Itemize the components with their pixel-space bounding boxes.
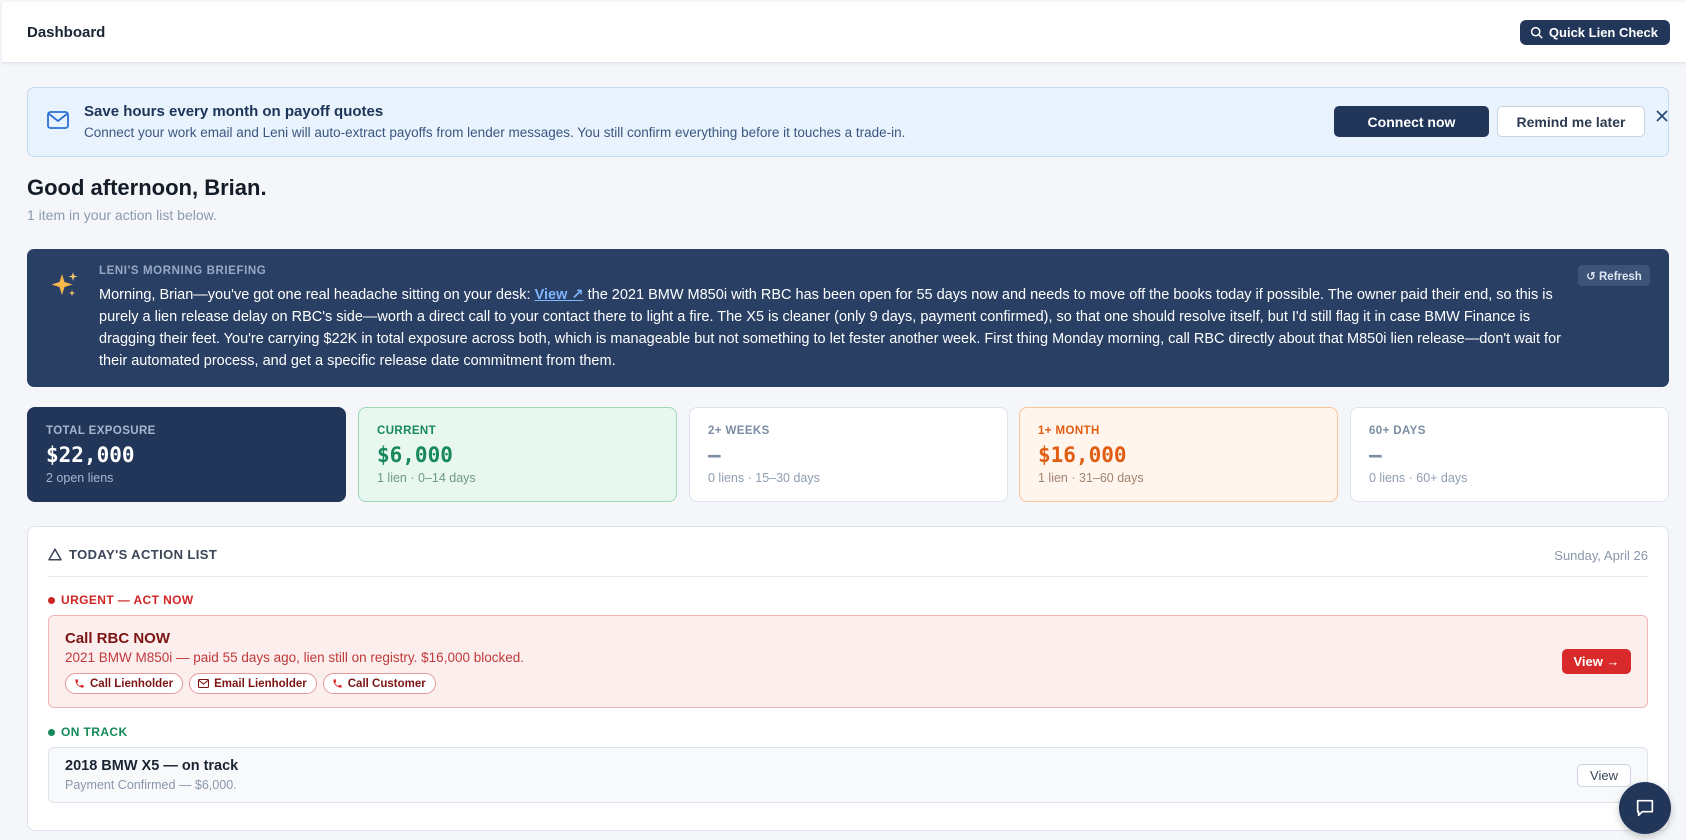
mail-icon xyxy=(47,111,69,129)
on-track-item-title: 2018 BMW X5 — on track xyxy=(65,758,239,774)
briefing-text: Morning, Brian—you've got one real heada… xyxy=(99,284,1569,372)
urgent-label-text: URGENT — ACT NOW xyxy=(61,593,194,607)
greeting-title: Good afternoon, Brian. xyxy=(27,175,267,200)
top-bar: Dashboard Quick Lien Check xyxy=(2,2,1686,63)
connect-now-button[interactable]: Connect now xyxy=(1334,106,1489,137)
sixty-days-card[interactable]: 60+ DAYS — 0 liens · 60+ days xyxy=(1350,407,1669,502)
card-subtext: 1 lien · 0–14 days xyxy=(377,471,476,485)
on-track-dot-icon xyxy=(48,728,55,736)
card-subtext: 2 open liens xyxy=(46,471,114,485)
action-list-date: Sunday, April 26 xyxy=(1554,548,1648,563)
urgent-view-button[interactable]: View → xyxy=(1562,649,1631,674)
banner-title: Save hours every month on payoff quotes xyxy=(84,103,384,120)
card-label: 1+ MONTH xyxy=(1038,425,1100,437)
quick-lien-check-label: Quick Lien Check xyxy=(1548,25,1658,40)
email-connect-banner: Save hours every month on payoff quotes … xyxy=(27,87,1669,157)
urgent-item-title: Call RBC NOW xyxy=(65,630,170,647)
card-value: — xyxy=(708,443,721,467)
card-label: CURRENT xyxy=(377,425,437,437)
card-label: 2+ WEEKS xyxy=(708,425,770,437)
phone-icon xyxy=(333,679,342,688)
card-value: $6,000 xyxy=(377,443,453,467)
card-subtext: 1 lien · 31–60 days xyxy=(1038,471,1144,485)
total-exposure-card[interactable]: TOTAL EXPOSURE $22,000 2 open liens xyxy=(27,407,346,502)
urgent-item-subtitle: 2021 BMW M850i — paid 55 days ago, lien … xyxy=(65,650,524,665)
remind-me-later-button[interactable]: Remind me later xyxy=(1497,106,1645,137)
email-lienholder-button[interactable]: Email Lienholder xyxy=(189,673,317,694)
mail-icon xyxy=(198,679,210,688)
refresh-button[interactable]: ↺ Refresh xyxy=(1578,265,1650,286)
call-lienholder-label: Call Lienholder xyxy=(90,677,174,690)
briefing-label: LENI'S MORNING BRIEFING xyxy=(99,265,267,277)
greeting-subtitle: 1 item in your action list below. xyxy=(27,207,217,223)
chat-button[interactable] xyxy=(1619,782,1671,834)
card-value: $16,000 xyxy=(1038,443,1127,467)
one-month-card[interactable]: 1+ MONTH $16,000 1 lien · 31–60 days xyxy=(1019,407,1338,502)
card-value: $22,000 xyxy=(46,443,135,467)
on-track-action-item[interactable]: 2018 BMW X5 — on track Payment Confirmed… xyxy=(48,747,1648,803)
card-label: TOTAL EXPOSURE xyxy=(46,425,156,437)
quick-lien-check-button[interactable]: Quick Lien Check xyxy=(1519,20,1670,45)
action-list-panel: TODAY'S ACTION LIST Sunday, April 26 URG… xyxy=(27,526,1669,831)
on-track-item-subtitle: Payment Confirmed — $6,000. xyxy=(65,778,237,792)
on-track-section-label: ON TRACK xyxy=(48,725,128,739)
card-subtext: 0 liens · 15–30 days xyxy=(708,471,820,485)
search-icon xyxy=(1530,26,1543,39)
phone-icon xyxy=(75,679,84,688)
banner-subtitle: Connect your work email and Leni will au… xyxy=(84,125,906,140)
card-value: — xyxy=(1369,443,1382,467)
action-list-header: TODAY'S ACTION LIST xyxy=(48,547,217,562)
divider xyxy=(48,576,1648,577)
on-track-label-text: ON TRACK xyxy=(61,725,128,739)
call-customer-label: Call Customer xyxy=(347,677,426,690)
briefing-view-link[interactable]: View ↗ xyxy=(535,287,584,303)
email-lienholder-label: Email Lienholder xyxy=(214,677,307,690)
sparkles-icon xyxy=(51,272,78,296)
call-lienholder-button[interactable]: Call Lienholder xyxy=(65,673,184,694)
morning-briefing-panel: LENI'S MORNING BRIEFING Morning, Brian—y… xyxy=(27,249,1669,387)
briefing-text-intro: Morning, Brian—you've got one real heada… xyxy=(99,287,535,303)
card-subtext: 0 liens · 60+ days xyxy=(1369,471,1468,485)
warning-icon xyxy=(48,548,62,561)
card-label: 60+ DAYS xyxy=(1369,425,1426,437)
urgent-section-label: URGENT — ACT NOW xyxy=(48,593,194,607)
action-list-title: TODAY'S ACTION LIST xyxy=(69,547,218,562)
two-weeks-card[interactable]: 2+ WEEKS — 0 liens · 15–30 days xyxy=(689,407,1008,502)
call-customer-button[interactable]: Call Customer xyxy=(322,673,436,694)
current-card[interactable]: CURRENT $6,000 1 lien · 0–14 days xyxy=(358,407,677,502)
on-track-view-button[interactable]: View xyxy=(1577,764,1631,787)
urgent-action-item[interactable]: Call RBC NOW 2021 BMW M850i — paid 55 da… xyxy=(48,615,1648,708)
close-icon[interactable] xyxy=(1656,110,1668,122)
urgent-dot-icon xyxy=(48,596,55,604)
chat-icon xyxy=(1636,799,1654,817)
urgent-item-actions: Call Lienholder Email Lienholder Call Cu… xyxy=(65,673,436,694)
page-title: Dashboard xyxy=(27,24,106,41)
